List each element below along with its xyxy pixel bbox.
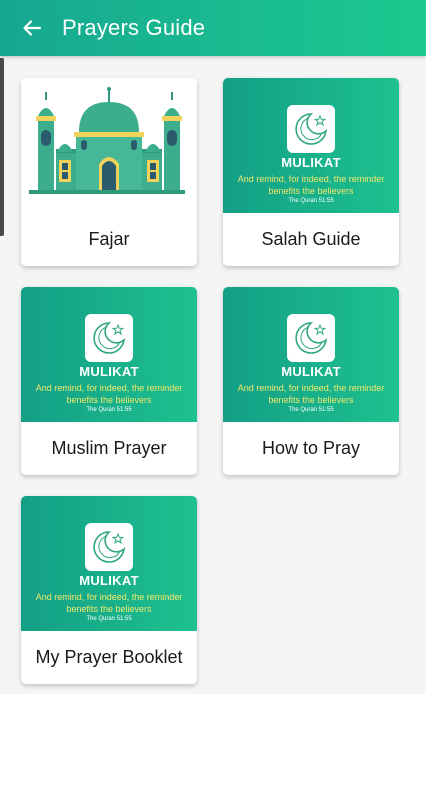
quote-source: The Quran 51:55 [86, 616, 132, 622]
page-title: Prayers Guide [62, 15, 206, 40]
card-how-to-pray[interactable]: MULIKAT And remind, for indeed, the remi… [223, 287, 399, 475]
quote-source: The Quran 51:55 [288, 198, 334, 204]
content-area: Fajar MULIKAT And remind, for indeed, th… [0, 56, 426, 694]
crescent-star-icon [93, 531, 126, 563]
mulikat-logo [287, 314, 335, 362]
mulikat-logo [85, 523, 133, 571]
arrow-left-icon [23, 20, 42, 36]
tagline: And remind, for indeed, the reminder ben… [237, 174, 385, 196]
mulikat-logo [287, 105, 335, 153]
back-button[interactable] [20, 16, 44, 40]
card-image: MULIKAT And remind, for indeed, the remi… [21, 496, 197, 631]
card-image: MULIKAT And remind, for indeed, the remi… [223, 287, 399, 422]
card-label: How to Pray [261, 438, 361, 458]
brand-name: MULIKAT [79, 364, 139, 379]
card-image: MULIKAT And remind, for indeed, the remi… [223, 78, 399, 213]
tagline: And remind, for indeed, the reminder ben… [237, 383, 385, 405]
card-label: Salah Guide [261, 229, 361, 249]
brand-name: MULIKAT [79, 573, 139, 588]
crescent-star-icon [93, 322, 126, 354]
card-my-prayer-booklet[interactable]: MULIKAT And remind, for indeed, the remi… [21, 496, 197, 684]
scroll-indicator [0, 58, 4, 236]
crescent-star-icon [295, 322, 328, 354]
quote-source: The Quran 51:55 [86, 407, 132, 413]
card-image: MULIKAT And remind, for indeed, the remi… [21, 287, 197, 422]
mosque-illustration [29, 87, 185, 194]
card-image [21, 78, 197, 213]
tagline: And remind, for indeed, the reminder ben… [35, 383, 183, 405]
app-bar: Prayers Guide [0, 0, 426, 56]
card-salah-guide[interactable]: MULIKAT And remind, for indeed, the remi… [223, 78, 399, 266]
brand-name: MULIKAT [281, 155, 341, 170]
card-label: Muslim Prayer [51, 438, 167, 458]
mulikat-logo [85, 314, 133, 362]
card-muslim-prayer[interactable]: MULIKAT And remind, for indeed, the remi… [21, 287, 197, 475]
card-fajar[interactable]: Fajar [21, 78, 197, 266]
tagline: And remind, for indeed, the reminder ben… [35, 592, 183, 614]
quote-source: The Quran 51:55 [288, 407, 334, 413]
card-label: My Prayer Booklet [35, 647, 183, 667]
card-label: Fajar [88, 229, 130, 249]
brand-name: MULIKAT [281, 364, 341, 379]
crescent-star-icon [295, 113, 328, 145]
